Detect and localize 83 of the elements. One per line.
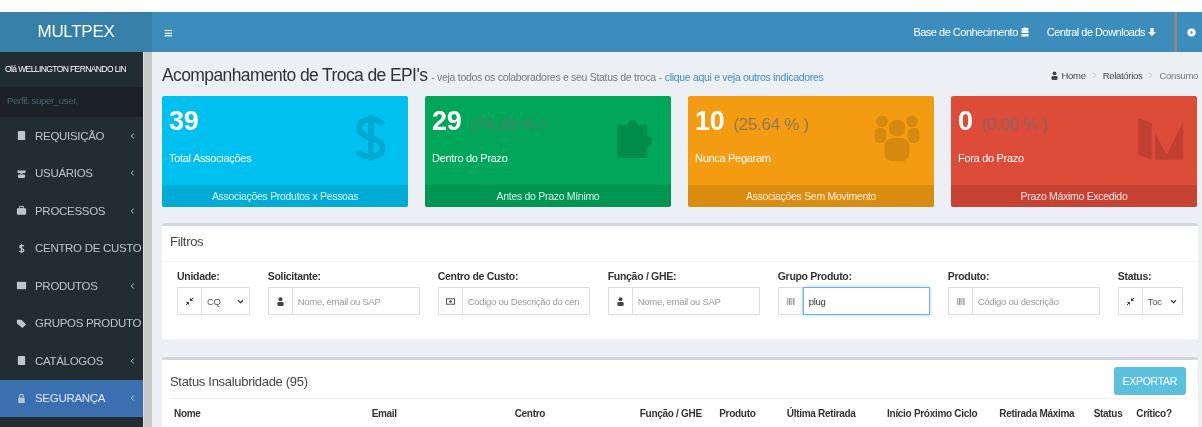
- column-header[interactable]: Início Próximo Ciclo: [887, 408, 1000, 419]
- sidebar-item[interactable]: PROCESSOS: [0, 192, 143, 230]
- select-field[interactable]: Toc: [1142, 287, 1183, 315]
- stat-number: 39: [169, 106, 199, 137]
- column-header[interactable]: Retirada Máxima: [999, 408, 1094, 419]
- column-header[interactable]: Crítico?: [1136, 408, 1186, 419]
- field-label: Solicitante:: [267, 270, 322, 282]
- field-label: Centro de Custo:: [437, 270, 520, 282]
- lock-icon: [16, 392, 27, 404]
- column-header[interactable]: Função / GHE: [639, 408, 720, 419]
- sidebar-item[interactable]: CATÁLOGOS: [0, 342, 143, 380]
- stat-number: 0: [958, 106, 973, 137]
- select-field[interactable]: CQ: [202, 287, 250, 315]
- input-field[interactable]: Nome, email ou SAP: [292, 287, 420, 315]
- banknote-icon: [445, 296, 455, 306]
- user-icon: [275, 296, 285, 306]
- stat-percent: (0.00 % ): [981, 115, 1048, 135]
- chevron-icon: [130, 131, 135, 140]
- nav-link[interactable]: Base de Conhecimento: [913, 26, 1029, 38]
- stat-percent: (25.64 % ): [733, 115, 809, 135]
- stat-number: 10: [695, 106, 725, 137]
- sidebar-item[interactable]: CENTRO DE CUSTO: [0, 229, 143, 267]
- caret-icon: [1170, 298, 1177, 304]
- field-label: Grupo Produto:: [777, 270, 853, 282]
- input-field[interactable]: Nome, email ou SAP: [632, 287, 760, 315]
- chevron-icon: [130, 281, 135, 290]
- stat-label: Fora do Prazo: [958, 152, 1025, 164]
- scrollbar[interactable]: [143, 52, 152, 427]
- input-field[interactable]: Codigo ou Descrição do cen: [462, 287, 590, 315]
- field-label: Função / GHE:: [607, 270, 678, 282]
- sidebar-item[interactable]: REQUISIÇÃO: [0, 117, 143, 155]
- column-header[interactable]: Produto: [719, 408, 787, 419]
- field-label: Status:: [1117, 270, 1153, 282]
- chevron-icon: [130, 169, 135, 178]
- field-label: Produto:: [947, 270, 991, 282]
- sidebar-item[interactable]: GRUPOS PRODUTO: [0, 304, 143, 342]
- field-label: Unidade:: [177, 270, 221, 282]
- breadcrumb-link[interactable]: Consumo: [1159, 69, 1198, 81]
- panel-title: Filtros: [162, 226, 1198, 262]
- stat-label: Dentro do Prazo: [432, 152, 509, 164]
- sidebar-item[interactable]: SEGURANÇA: [0, 379, 143, 417]
- input-field[interactable]: Código ou descrição: [972, 287, 1100, 315]
- chevron-icon: [1148, 71, 1154, 79]
- download-icon: [1148, 27, 1156, 37]
- briefcase-icon: [16, 205, 27, 217]
- column-header[interactable]: Última Retirada: [786, 408, 888, 419]
- book-icon: [16, 130, 27, 142]
- sign-out-icon[interactable]: [1187, 27, 1196, 37]
- stat-card-footer[interactable]: Prazo Máximo Excedido: [951, 185, 1197, 207]
- users-icon: [16, 167, 27, 179]
- nav-link[interactable]: Central de Downloads: [1046, 26, 1156, 38]
- panel-title: Status Insalubridade (95): [170, 373, 308, 389]
- user-profile: Perfil: super_user,: [0, 87, 143, 117]
- menu-toggle[interactable]: ≡: [164, 23, 173, 41]
- sidebar-item[interactable]: PRODUTOS: [0, 267, 143, 305]
- arrows-icon: [185, 296, 194, 306]
- brand-logo[interactable]: MULTPEX: [0, 12, 152, 52]
- tag-icon: [16, 317, 27, 329]
- column-header[interactable]: Status: [1093, 408, 1137, 419]
- dollar-icon: [16, 242, 27, 254]
- column-header[interactable]: Centro: [514, 408, 640, 419]
- chevron-icon: [130, 206, 135, 215]
- stat-label: Total Associações: [169, 152, 253, 164]
- chevron-icon: [130, 394, 135, 403]
- column-header[interactable]: Email: [371, 408, 515, 419]
- input-field[interactable]: plug: [802, 287, 930, 315]
- page-subtitle: - veja todos os colaboradores e seu Status de troca -: [431, 70, 662, 83]
- arrows-icon: [1125, 296, 1135, 306]
- column-header[interactable]: Nome: [174, 408, 372, 419]
- stat-percent: (74.36 % ): [470, 115, 546, 135]
- caret-icon: [236, 298, 244, 304]
- book-icon: [16, 355, 27, 367]
- user-icon: [1050, 70, 1058, 80]
- user-icon: [615, 296, 625, 306]
- stat-number: 29: [432, 106, 462, 137]
- page-title: Acompanhamento de Troca de EPI's: [162, 64, 428, 85]
- database-icon: [1020, 27, 1029, 37]
- chevron-icon: [130, 356, 135, 365]
- chevron-icon: [1091, 71, 1097, 79]
- sidebar-item[interactable]: USUÁRIOS: [0, 154, 143, 192]
- breadcrumb-link[interactable]: Home: [1061, 69, 1086, 81]
- breadcrumb-link[interactable]: Relatórios: [1102, 69, 1143, 81]
- stat-label: Nunca Pegaram: [695, 152, 772, 164]
